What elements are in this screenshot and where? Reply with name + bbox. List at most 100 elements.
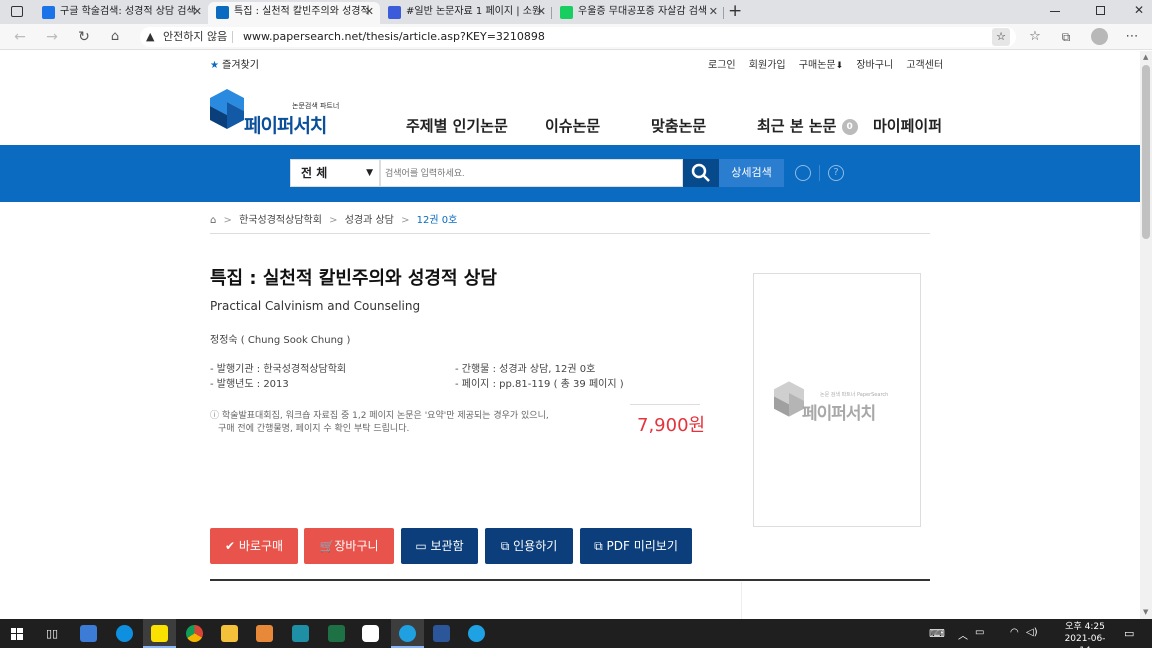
- store-icon[interactable]: [80, 625, 97, 642]
- excel-icon[interactable]: [328, 625, 345, 642]
- buy-now-button[interactable]: ✔ 바로구매: [210, 528, 298, 564]
- file-explorer-icon[interactable]: [221, 625, 238, 642]
- chrome-icon[interactable]: [186, 625, 203, 642]
- article-subtitle: Practical Calvinism and Counseling: [210, 299, 421, 313]
- year-info: - 발행년도 : 2013: [210, 379, 289, 390]
- info-icon: ⓘ: [210, 411, 220, 421]
- tab-actions-icon[interactable]: [11, 6, 23, 17]
- kakaotalk-app[interactable]: [143, 619, 176, 648]
- paint-icon[interactable]: [256, 625, 273, 642]
- purchase-notice: ⓘ 학술발표대회집, 워크숍 자료집 중 1,2 페이지 논문은 '요약'만 제…: [210, 411, 549, 434]
- time: 오후 4:25: [1065, 622, 1105, 632]
- address-bar[interactable]: ▲ 안전하지 않음 www.papersearch.net/thesis/art…: [140, 27, 1016, 47]
- more-menu-icon[interactable]: ⋯: [1123, 28, 1141, 46]
- task-view-icon[interactable]: ▯▯: [46, 627, 58, 640]
- globe-icon[interactable]: [795, 165, 811, 181]
- close-tab-icon[interactable]: ✕: [537, 2, 546, 22]
- security-status[interactable]: 안전하지 않음: [163, 27, 227, 47]
- login-link[interactable]: 로그인: [708, 60, 736, 71]
- scrollbar-thumb[interactable]: [1142, 65, 1150, 239]
- network-icon[interactable]: ◠: [1010, 627, 1019, 638]
- pdf-preview-button[interactable]: ⧉ PDF 미리보기: [580, 528, 692, 564]
- profile-avatar[interactable]: [1091, 28, 1108, 45]
- pages-info: - 페이지 : pp.81-119 ( 총 39 페이지 ): [455, 379, 624, 390]
- warning-icon: ▲: [146, 30, 155, 43]
- cover-logo-text: 페이퍼서치: [802, 404, 876, 424]
- google-scholar-favicon-icon: [42, 6, 55, 19]
- tab-papersearch[interactable]: 특집 : 실천적 칼빈주의와 성경적 ✕: [208, 2, 380, 24]
- logo-text: 페이퍼서치: [244, 115, 327, 137]
- article-author[interactable]: 정정숙 ( Chung Sook Chung ): [210, 331, 350, 346]
- home-icon[interactable]: ⌂: [106, 28, 124, 46]
- page-scrollbar[interactable]: ▲ ▼: [1140, 51, 1152, 619]
- tab-title: #일반 논문자료 1 페이지 | 소원: [406, 6, 542, 17]
- battery-icon[interactable]: ▭: [975, 627, 984, 638]
- date: 2021-06-14: [1064, 634, 1106, 656]
- volume-icon[interactable]: ◁): [1026, 627, 1038, 638]
- minimize-button[interactable]: [1050, 11, 1060, 12]
- breadcrumb-journal[interactable]: 성경과 상담: [345, 215, 394, 226]
- nav-recently-viewed[interactable]: 최근 본 논문 0: [757, 115, 858, 136]
- nav-popular-by-subject[interactable]: 주제별 인기논문: [406, 115, 508, 136]
- maximize-button[interactable]: [1096, 6, 1105, 15]
- scroll-down-arrow-icon[interactable]: ▼: [1143, 608, 1148, 616]
- nav-custom-papers[interactable]: 맞춤논문: [651, 115, 706, 136]
- breadcrumb-issue[interactable]: 12권 0호: [417, 215, 458, 226]
- tab-naver-search[interactable]: 우울증 무대공포증 자살감 검색 ✕: [552, 2, 724, 24]
- divider: [210, 233, 930, 234]
- close-window-button[interactable]: ✕: [1134, 3, 1144, 17]
- breadcrumb: ⌂ > 한국성경적상담학회 > 성경과 상담 > 12권 0호: [210, 215, 458, 226]
- forward-arrow-icon[interactable]: →: [43, 28, 61, 46]
- external-link-icon: ⧉: [594, 539, 603, 553]
- clock[interactable]: 오후 4:25 2021-06-14: [1060, 621, 1110, 657]
- purchased-papers-link[interactable]: 구매논문: [799, 60, 836, 71]
- edge-app[interactable]: [391, 619, 424, 648]
- article-title: 특집 : 실천적 칼빈주의와 성경적 상담: [210, 268, 497, 289]
- add-to-cart-button[interactable]: 🛒장바구니: [304, 528, 394, 564]
- add-favorite-star-icon[interactable]: ☆: [992, 28, 1010, 46]
- favorites-link[interactable]: ★ 즐겨찾기: [210, 56, 259, 71]
- recent-count-badge: 0: [841, 119, 858, 135]
- advanced-search-button[interactable]: 상세검색: [719, 159, 784, 187]
- save-to-library-button[interactable]: ▭ 보관함: [401, 528, 478, 564]
- publisher-info: - 발행기관 : 한국성경적상담학회: [210, 364, 347, 375]
- site-logo[interactable]: 논문검색 파트너 페이퍼서치: [210, 89, 360, 137]
- close-tab-icon[interactable]: ✕: [709, 2, 718, 22]
- breadcrumb-society[interactable]: 한국성경적상담학회: [239, 215, 322, 226]
- external-link-icon: ⧉: [500, 539, 510, 553]
- collections-icon[interactable]: ⧉: [1057, 28, 1075, 46]
- keyboard-icon[interactable]: ⌨: [929, 627, 945, 640]
- customer-center-link[interactable]: 고객센터: [906, 60, 943, 71]
- chevron-up-icon[interactable]: ︿: [958, 627, 968, 642]
- search-button[interactable]: [683, 159, 719, 187]
- help-icon[interactable]: ?: [828, 165, 844, 181]
- papersearch-logo-icon: [774, 381, 804, 417]
- start-windows-icon[interactable]: [11, 628, 23, 640]
- word-icon[interactable]: [433, 625, 450, 642]
- favorites-icon[interactable]: ☆: [1026, 28, 1044, 46]
- tab-general-papers[interactable]: #일반 논문자료 1 페이지 | 소원 ✕: [380, 2, 552, 24]
- app-icon[interactable]: [292, 625, 309, 642]
- skype-icon[interactable]: [116, 625, 133, 642]
- search-icon: [691, 163, 710, 182]
- home-icon[interactable]: ⌂: [210, 215, 216, 226]
- search-scope-select[interactable]: 전 체 ▼: [290, 159, 380, 187]
- nav-issue-papers[interactable]: 이슈논문: [545, 115, 600, 136]
- back-arrow-icon[interactable]: ←: [11, 28, 29, 46]
- close-tab-icon[interactable]: ✕: [193, 2, 202, 22]
- cite-button[interactable]: ⧉ 인용하기: [485, 528, 573, 564]
- cover-thumbnail[interactable]: 논문 검색 파트너 PaperSearch 페이퍼서치: [753, 273, 921, 527]
- internet-explorer-icon[interactable]: [468, 625, 485, 642]
- nav-my-paper[interactable]: 마이페이퍼: [873, 115, 942, 136]
- search-input[interactable]: [380, 159, 683, 187]
- scroll-up-arrow-icon[interactable]: ▲: [1143, 53, 1148, 61]
- new-tab-button[interactable]: +: [728, 0, 742, 22]
- url-text[interactable]: www.papersearch.net/thesis/article.asp?K…: [243, 27, 545, 47]
- notifications-icon[interactable]: ▭: [1124, 627, 1134, 640]
- refresh-icon[interactable]: ↻: [75, 28, 93, 46]
- app-u-icon[interactable]: [362, 625, 379, 642]
- tab-google-scholar[interactable]: 구글 학술검색: 성경적 상담 검색 ✕: [34, 2, 208, 24]
- close-tab-icon[interactable]: ✕: [365, 2, 374, 22]
- cart-link[interactable]: 장바구니: [856, 60, 893, 71]
- signup-link[interactable]: 회원가입: [749, 60, 786, 71]
